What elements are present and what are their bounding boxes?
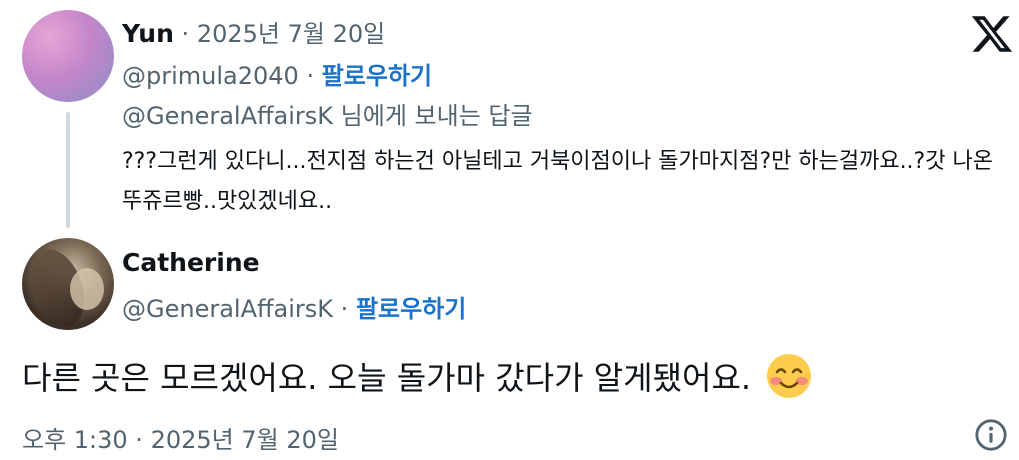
smiling-face-emoji-icon (767, 354, 812, 398)
main-tweet-timestamp[interactable]: 오후 1:30 · 2025년 7월 20일 (22, 420, 339, 455)
parent-tweet-header: Yun · 2025년 7월 20일 (122, 14, 385, 49)
parent-display-name[interactable]: Yun (122, 19, 174, 48)
parent-handle[interactable]: @primula2040 (122, 62, 299, 90)
main-handle[interactable]: @GeneralAffairsK (122, 295, 333, 323)
parent-handle-line: @primula2040 · 팔로우하기 (122, 62, 433, 90)
main-tweet-text: 다른 곳은 모르겠어요. 오늘 돌가마 갔다가 알게됐어요. (22, 359, 752, 397)
main-handle-line: @GeneralAffairsK · 팔로우하기 (122, 295, 467, 323)
thread-connector-line (66, 112, 70, 228)
x-logo-icon[interactable] (970, 12, 1014, 56)
main-tweet-text-row: 다른 곳은 모르겠어요. 오늘 돌가마 갔다가 알게됐어요. (22, 352, 813, 400)
parent-tweet-text: ???그런게 있다니...전지점 하는건 아닐테고 거북이점이나 돌가마지점?만… (122, 149, 993, 214)
follow-button-yun[interactable]: 팔로우하기 (322, 62, 432, 90)
avatar-yun[interactable] (22, 10, 114, 102)
avatar-catherine[interactable] (22, 238, 114, 330)
reply-to-suffix: 님에게 보내는 답글 (333, 102, 533, 130)
follow-button-catherine[interactable]: 팔로우하기 (356, 295, 466, 323)
reply-to-line: @GeneralAffairsK 님에게 보내는 답글 (122, 96, 533, 131)
parent-date[interactable]: 2025년 7월 20일 (197, 20, 385, 48)
reply-to-handle[interactable]: @GeneralAffairsK (122, 102, 333, 130)
main-display-name[interactable]: Catherine (122, 248, 260, 277)
info-icon[interactable] (974, 418, 1008, 452)
